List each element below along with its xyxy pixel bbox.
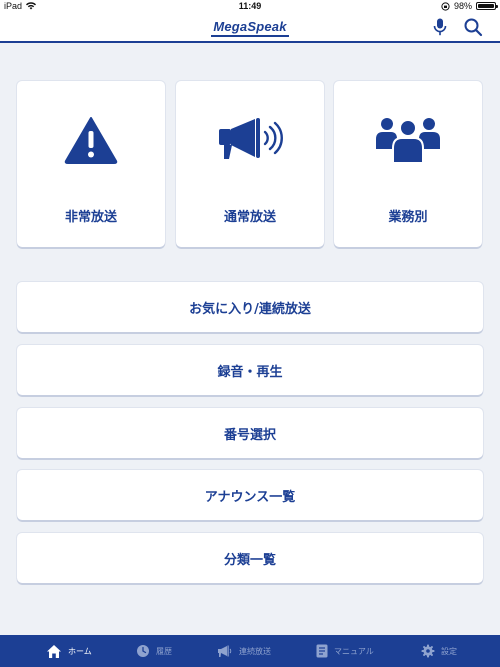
gear-icon [421,644,435,658]
orientation-lock-icon [441,1,450,11]
nav-bar: MegaSpeak [0,13,500,43]
card-icon-wrap [334,115,482,169]
battery-fill [478,4,494,8]
record-playback-button[interactable]: 録音・再生 [17,345,483,395]
warning-icon [64,117,118,164]
logo-text: MegaSpeak [211,19,289,37]
tab-home[interactable]: ホーム [46,635,92,667]
status-bar: iPad 11:49 98% [0,0,500,13]
tab-label: 連続放送 [239,646,271,656]
card-icon-wrap [17,115,165,169]
card-label: 業務別 [388,210,428,225]
status-right: 98% [441,1,498,11]
search-icon [464,18,483,37]
favorites-continuous-button[interactable]: お気に入り/連続放送 [17,282,483,332]
tab-label: ホーム [68,646,92,656]
app-logo: MegaSpeak [0,19,500,37]
tab-bar: ホーム 履歴 連続放送 マニュアル 設定 [0,635,500,667]
card-label: 通常放送 [223,210,276,225]
people-group-icon [376,118,440,164]
tab-manual[interactable]: マニュアル [316,635,374,667]
status-time: 11:49 [238,1,262,11]
battery-icon [476,2,498,10]
battery-percent: 98% [453,1,472,11]
emergency-broadcast-card[interactable]: 非常放送 [17,81,165,247]
tab-label: 設定 [441,646,457,656]
card-label: 非常放送 [64,210,117,225]
clock-icon [137,645,149,657]
search-button[interactable] [463,17,483,37]
megaphone-icon [218,645,232,657]
tab-label: マニュアル [334,646,374,656]
by-department-card[interactable]: 業務別 [334,81,482,247]
announcement-list-button[interactable]: アナウンス一覧 [17,470,483,520]
tab-settings[interactable]: 設定 [421,635,457,667]
normal-broadcast-card[interactable]: 通常放送 [176,81,324,247]
category-list-button[interactable]: 分類一覧 [17,533,483,583]
megaphone-icon [219,118,283,159]
number-select-button[interactable]: 番号選択 [17,408,483,458]
microphone-button[interactable] [430,17,450,37]
document-icon [316,644,328,658]
tab-history[interactable]: 履歴 [136,635,172,667]
microphone-icon [433,18,447,36]
tab-continuous-broadcast[interactable]: 連続放送 [217,635,271,667]
card-icon-wrap [176,115,324,169]
tab-label: 履歴 [156,646,172,656]
home-icon [47,644,61,658]
